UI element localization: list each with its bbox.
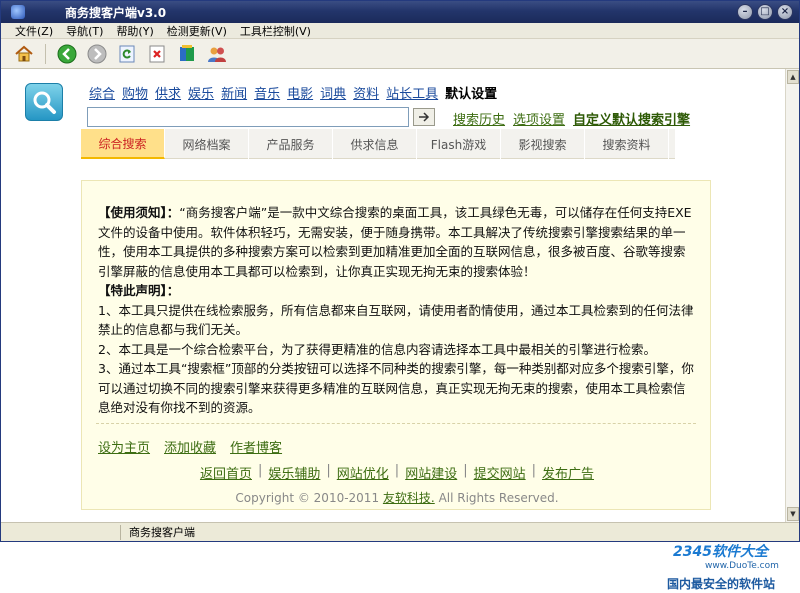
- app-window: 商务搜客户端v3.0 – □ × 文件(Z) 导航(T) 帮助(Y) 检测更新(…: [0, 0, 800, 591]
- statement-heading: 【特此声明】：: [98, 283, 180, 298]
- tab-supply-info[interactable]: 供求信息: [333, 129, 417, 159]
- status-text: 商务搜客户端: [129, 526, 195, 539]
- add-favorite-link[interactable]: 添加收藏: [164, 437, 216, 456]
- close-button[interactable]: ×: [777, 4, 793, 20]
- footer-link-submit-site[interactable]: 提交网站: [474, 463, 526, 482]
- category-general[interactable]: 综合: [89, 83, 115, 102]
- search-history-link[interactable]: 搜索历史: [453, 109, 505, 128]
- notice-text: 【使用须知】：“商务搜客户端”是一款中文综合搜索的桌面工具，该工具绿色无毒，可以…: [98, 203, 696, 418]
- scroll-up-icon[interactable]: ▲: [787, 70, 799, 84]
- usage-heading: 【使用须知】：: [98, 205, 180, 220]
- search-logo-icon: [25, 83, 63, 121]
- tab-video-search[interactable]: 影视搜索: [501, 129, 585, 159]
- window-title: 商务搜客户端v3.0: [65, 5, 167, 20]
- toolbar-separator: [45, 43, 46, 64]
- menu-file[interactable]: 文件(Z): [15, 23, 53, 39]
- maximize-button[interactable]: □: [757, 4, 773, 20]
- watermark-logo: 2345软件大全 www.DuoTe.com 国内最安全的软件站: [653, 539, 793, 593]
- copyright: Copyright © 2010-2011 友软科技. All Rights R…: [82, 489, 712, 506]
- scroll-down-icon[interactable]: ▼: [787, 507, 799, 521]
- statement-heading-line: 【特此声明】：: [98, 281, 696, 301]
- watermark-url: www.DuoTe.com: [705, 561, 779, 571]
- toolbar: [1, 39, 799, 69]
- home-icon[interactable]: [13, 43, 35, 65]
- tab-search-resources[interactable]: 搜索资料: [585, 129, 669, 159]
- menu-check-update[interactable]: 检测更新(V): [167, 23, 227, 39]
- footer-link-seo[interactable]: 网站优化: [337, 463, 389, 482]
- watermark-slogan: 国内最安全的软件站: [667, 577, 776, 591]
- refresh-icon[interactable]: [116, 43, 138, 65]
- footer-link-entertainment-aid[interactable]: 娱乐辅助: [268, 463, 320, 482]
- tab-product-service[interactable]: 产品服务: [249, 129, 333, 159]
- arrow-right-icon: [419, 112, 430, 122]
- notice-panel: 【使用须知】：“商务搜客户端”是一款中文综合搜索的桌面工具，该工具绿色无毒，可以…: [81, 180, 711, 510]
- watermark-brand: 2345软件大全: [673, 544, 768, 560]
- menu-bar: 文件(Z) 导航(T) 帮助(Y) 检测更新(V) 工具栏控制(V): [1, 23, 799, 39]
- copyright-suffix: All Rights Reserved.: [438, 491, 559, 505]
- category-movie[interactable]: 电影: [287, 83, 313, 102]
- statement-item-1: 1、本工具只提供在线检索服务，所有信息都来自互联网，请使用者酌情使用，通过本工具…: [98, 302, 694, 338]
- footer-link-home[interactable]: 返回首页: [200, 463, 252, 482]
- stop-icon[interactable]: [146, 43, 168, 65]
- search-input[interactable]: [87, 107, 409, 127]
- category-music[interactable]: 音乐: [254, 83, 280, 102]
- footer-links: 返回首页 | 娱乐辅助 | 网站优化 | 网站建设 | 提交网站 | 发布广告: [199, 463, 595, 482]
- category-supply[interactable]: 供求: [155, 83, 181, 102]
- utility-links: 设为主页 添加收藏 作者博客: [98, 437, 282, 456]
- title-bar[interactable]: 商务搜客户端v3.0 – □ ×: [1, 1, 799, 23]
- category-default-settings[interactable]: 默认设置: [445, 83, 497, 102]
- search-tabs: 综合搜索 网络档案 产品服务 供求信息 Flash游戏 影视搜索 搜索资料: [81, 129, 675, 159]
- tab-web-archive[interactable]: 网络档案: [165, 129, 249, 159]
- category-dictionary[interactable]: 词典: [320, 83, 346, 102]
- footer-link-site-building[interactable]: 网站建设: [405, 463, 457, 482]
- back-icon[interactable]: [56, 43, 78, 65]
- app-icon: [11, 5, 25, 19]
- search-go-button[interactable]: [413, 108, 435, 126]
- menu-navigate[interactable]: 导航(T): [66, 23, 103, 39]
- usage-paragraph: 【使用须知】：“商务搜客户端”是一款中文综合搜索的桌面工具，该工具绿色无毒，可以…: [98, 203, 696, 281]
- status-bar: 商务搜客户端: [1, 522, 799, 541]
- tab-flash-games[interactable]: Flash游戏: [417, 129, 501, 159]
- divider: [96, 423, 696, 424]
- custom-default-engine-link[interactable]: 自定义默认搜索引擎: [573, 109, 690, 128]
- vertical-scrollbar[interactable]: ▲ ▼: [785, 69, 799, 522]
- search-options: 搜索历史 选项设置 自定义默认搜索引擎: [453, 109, 690, 128]
- minimize-button[interactable]: –: [737, 4, 753, 20]
- category-entertainment[interactable]: 娱乐: [188, 83, 214, 102]
- category-webmaster-tools[interactable]: 站长工具: [386, 83, 438, 102]
- forward-icon[interactable]: [86, 43, 108, 65]
- set-homepage-link[interactable]: 设为主页: [98, 437, 150, 456]
- menu-help[interactable]: 帮助(Y): [116, 23, 153, 39]
- menu-toolbar-control[interactable]: 工具栏控制(V): [240, 23, 311, 39]
- category-shopping[interactable]: 购物: [122, 83, 148, 102]
- tab-general-search[interactable]: 综合搜索: [81, 129, 165, 159]
- usage-body: “商务搜客户端”是一款中文综合搜索的桌面工具，该工具绿色无毒，可以储存在任何支持…: [98, 205, 692, 279]
- users-icon[interactable]: [206, 43, 228, 65]
- footer-link-advertise[interactable]: 发布广告: [542, 463, 594, 482]
- option-settings-link[interactable]: 选项设置: [513, 109, 565, 128]
- statement-item-2: 2、本工具是一个综合检索平台，为了获得更精准的信息内容请选择本工具中最相关的引擎…: [98, 341, 656, 357]
- company-link[interactable]: 友软科技.: [383, 491, 435, 505]
- category-news[interactable]: 新闻: [221, 83, 247, 102]
- main-content: 综合 购物 供求 娱乐 新闻 音乐 电影 词典 资料 站长工具 默认设置 搜索历…: [1, 69, 785, 591]
- category-nav: 综合 购物 供求 娱乐 新闻 音乐 电影 词典 资料 站长工具 默认设置: [89, 83, 497, 102]
- page-icon[interactable]: [176, 43, 198, 65]
- statement-item-3: 3、通过本工具“搜索框”顶部的分类按钮可以选择不同种类的搜索引擎，每一种类别都对…: [98, 361, 694, 415]
- copyright-prefix: Copyright © 2010-2011: [235, 491, 380, 505]
- window-controls: – □ ×: [737, 4, 793, 20]
- status-cell-empty: [1, 524, 121, 540]
- author-blog-link[interactable]: 作者博客: [230, 437, 282, 456]
- category-resources[interactable]: 资料: [353, 83, 379, 102]
